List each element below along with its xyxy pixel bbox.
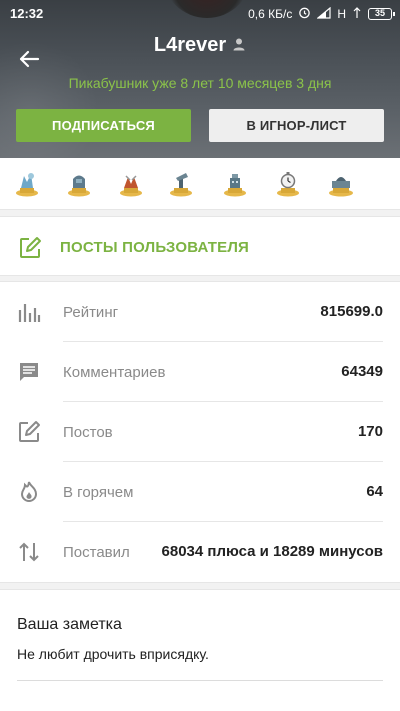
profile-header: 12:32 0,6 КБ/с H 35 L4rever Пикабушник у… <box>0 0 400 158</box>
stat-row-comments: Комментариев 64349 <box>0 342 400 402</box>
username-title: L4rever <box>0 34 400 57</box>
wifi-icon <box>352 6 362 22</box>
swap-vertical-icon <box>17 540 41 569</box>
user-note: Ваша заметка Не любит дрочить вприсядку. <box>0 589 400 711</box>
user-posts-link[interactable]: ПОСТЫ ПОЛЬЗОВАТЕЛЯ <box>0 216 400 276</box>
comment-icon <box>17 360 41 389</box>
award-icon-6[interactable] <box>273 168 303 198</box>
stat-value: 815699.0 <box>320 303 383 320</box>
awards-row <box>0 158 400 210</box>
stat-label: Постов <box>63 424 113 441</box>
status-bar: 12:32 0,6 КБ/с H 35 <box>0 0 400 28</box>
award-icon-1[interactable] <box>12 168 42 198</box>
stat-row-posts: Постов 170 <box>0 402 400 462</box>
username: L4rever <box>153 34 227 56</box>
ignore-list-button[interactable]: В ИГНОР-ЛИСТ <box>209 109 384 142</box>
stat-label: В горячем <box>63 484 134 501</box>
status-indicators: 0,6 КБ/с H 35 <box>248 6 395 22</box>
note-title: Ваша заметка <box>17 616 122 633</box>
stat-value: 64349 <box>341 363 383 380</box>
edit-icon <box>17 420 41 449</box>
stats-list: Рейтинг 815699.0 Комментариев 64349 Пост… <box>0 281 400 583</box>
stat-row-rating: Рейтинг 815699.0 <box>0 282 400 342</box>
award-icon-5[interactable] <box>220 168 250 198</box>
network-type: H <box>337 7 346 21</box>
status-time: 12:32 <box>10 6 44 21</box>
stat-row-votes: Поставил 68034 плюса и 18289 минусов <box>0 522 400 582</box>
stat-row-hot: В горячем 64 <box>0 462 400 522</box>
signal-icon <box>316 6 331 22</box>
battery-icon: 35 <box>368 8 395 20</box>
stat-value: 170 <box>357 423 383 440</box>
award-icon-7[interactable] <box>326 168 356 198</box>
stat-label: Поставил <box>63 544 130 561</box>
member-since: Пикабушник уже 8 лет 10 месяцев 3 дня <box>68 75 332 91</box>
subscribe-button[interactable]: ПОДПИСАТЬСЯ <box>16 109 191 142</box>
network-speed: 0,6 КБ/с <box>248 7 293 21</box>
note-underline <box>17 680 383 681</box>
alarm-icon <box>298 6 311 22</box>
award-icon-2[interactable] <box>64 168 94 198</box>
note-text[interactable]: Не любит дрочить вприсядку. <box>17 646 209 662</box>
award-icon-3[interactable] <box>116 168 146 198</box>
user-posts-label: ПОСТЫ ПОЛЬЗОВАТЕЛЯ <box>60 239 250 256</box>
edit-icon <box>18 236 42 265</box>
stat-value: 64 <box>366 483 383 500</box>
fire-icon <box>17 480 41 509</box>
bar-chart-icon <box>17 300 41 329</box>
stat-label: Рейтинг <box>63 304 119 321</box>
stat-label: Комментариев <box>63 364 166 381</box>
stat-value: 68034 плюса и 18289 минусов <box>161 543 383 560</box>
user-icon <box>232 34 246 57</box>
award-icon-4[interactable] <box>166 168 196 198</box>
